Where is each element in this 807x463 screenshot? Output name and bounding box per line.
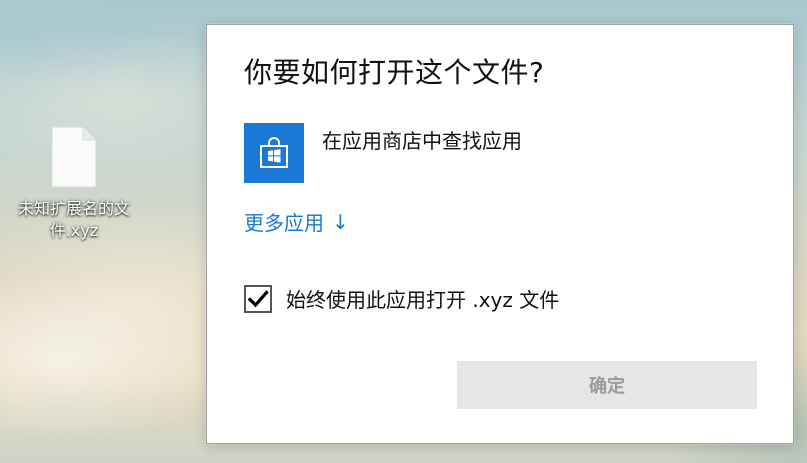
always-use-checkbox[interactable] (244, 284, 272, 313)
desktop-file-label: 未知扩展名的文件.xyz (17, 199, 130, 240)
open-with-dialog: 你要如何打开这个文件? 在应用商店中查找应用 更多应用 ↓ 始终使用此应用打开 … (206, 24, 794, 444)
always-use-label: 始终使用此应用打开 .xyz 文件 (286, 288, 560, 312)
find-app-in-store-option[interactable]: 在应用商店中查找应用 (244, 123, 764, 183)
store-icon (244, 123, 304, 183)
desktop-file-icon[interactable]: 未知扩展名的文件.xyz (8, 120, 140, 242)
dialog-title: 你要如何打开这个文件? (244, 56, 545, 89)
ok-button[interactable]: 确定 (457, 361, 757, 409)
more-apps-link[interactable]: 更多应用 ↓ (244, 207, 349, 236)
blank-document-icon (51, 126, 97, 188)
more-apps-label: 更多应用 (244, 211, 324, 235)
always-use-this-app-checkbox-row[interactable]: 始终使用此应用打开 .xyz 文件 (244, 284, 559, 313)
store-option-label: 在应用商店中查找应用 (322, 129, 522, 153)
checkmark-icon (247, 289, 269, 307)
arrow-down-icon: ↓ (332, 209, 349, 234)
